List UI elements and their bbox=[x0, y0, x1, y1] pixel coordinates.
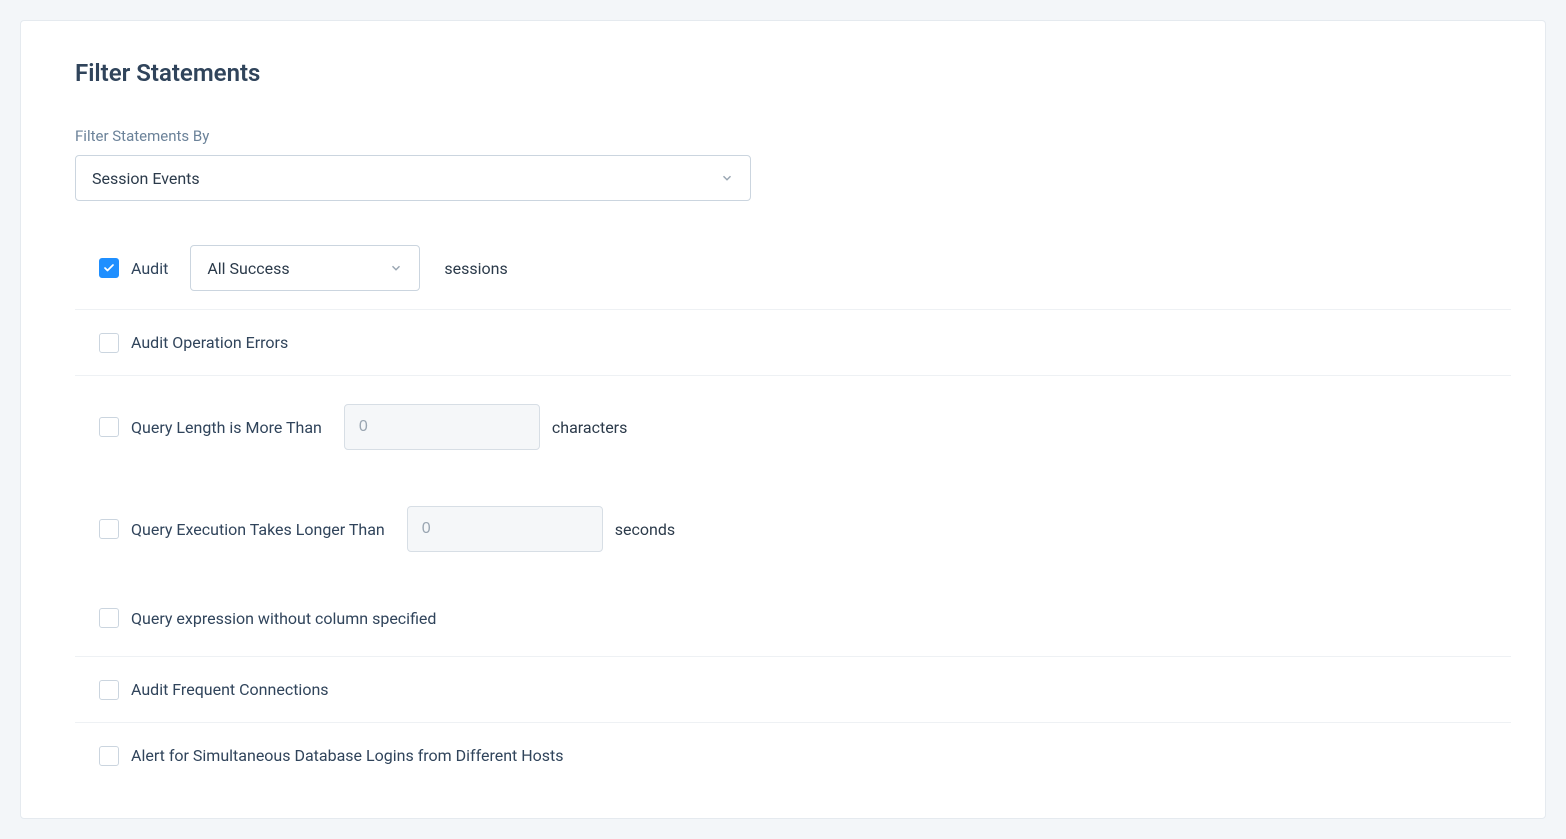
filter-by-value: Session Events bbox=[92, 169, 200, 188]
check-icon bbox=[103, 262, 115, 274]
filter-by-label: Filter Statements By bbox=[75, 127, 1511, 145]
audit-errors-label: Audit Operation Errors bbox=[131, 333, 288, 352]
checkbox-audit[interactable] bbox=[99, 258, 119, 278]
checkbox-query-expr[interactable] bbox=[99, 608, 119, 628]
frequent-label: Audit Frequent Connections bbox=[131, 680, 329, 699]
chevron-down-icon bbox=[389, 261, 403, 275]
row-audit: Audit All Success sessions bbox=[75, 227, 1511, 309]
query-exec-input[interactable] bbox=[407, 506, 603, 552]
simultaneous-label: Alert for Simultaneous Database Logins f… bbox=[131, 746, 564, 765]
checkbox-query-length[interactable] bbox=[99, 417, 119, 437]
query-length-label: Query Length is More Than bbox=[131, 418, 322, 437]
filter-by-select[interactable]: Session Events bbox=[75, 155, 751, 201]
audit-label: Audit bbox=[131, 259, 168, 278]
audit-type-select[interactable]: All Success bbox=[190, 245, 420, 291]
filter-statements-card: Filter Statements Filter Statements By S… bbox=[20, 20, 1546, 819]
query-expr-label: Query expression without column specifie… bbox=[131, 609, 436, 628]
row-query-expr: Query expression without column specifie… bbox=[75, 580, 1511, 656]
row-frequent: Audit Frequent Connections bbox=[75, 656, 1511, 722]
row-audit-errors: Audit Operation Errors bbox=[75, 309, 1511, 375]
query-exec-label: Query Execution Takes Longer Than bbox=[131, 520, 385, 539]
checkbox-audit-errors[interactable] bbox=[99, 333, 119, 353]
checkbox-simultaneous[interactable] bbox=[99, 746, 119, 766]
chevron-down-icon bbox=[720, 171, 734, 185]
row-query-exec: Query Execution Takes Longer Than second… bbox=[75, 478, 1511, 580]
checkbox-frequent[interactable] bbox=[99, 680, 119, 700]
row-query-length: Query Length is More Than characters bbox=[75, 375, 1511, 478]
audit-type-value: All Success bbox=[207, 259, 289, 278]
checkbox-query-exec[interactable] bbox=[99, 519, 119, 539]
query-exec-suffix: seconds bbox=[615, 520, 675, 539]
audit-suffix: sessions bbox=[444, 259, 507, 278]
query-length-input[interactable] bbox=[344, 404, 540, 450]
query-length-suffix: characters bbox=[552, 418, 627, 437]
row-simultaneous: Alert for Simultaneous Database Logins f… bbox=[75, 722, 1511, 788]
card-title: Filter Statements bbox=[75, 59, 1511, 87]
